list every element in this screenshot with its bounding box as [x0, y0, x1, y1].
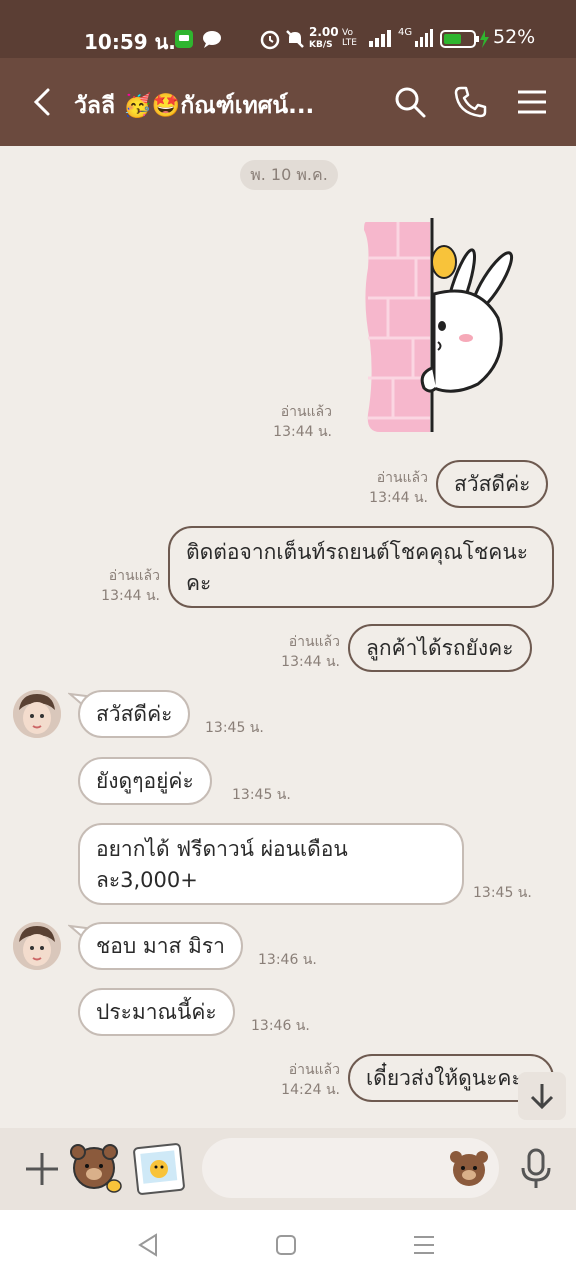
message-time: 13:44 น. — [369, 490, 428, 506]
scroll-to-bottom-button[interactable] — [518, 1072, 566, 1120]
search-icon[interactable] — [390, 82, 430, 122]
signal-icon-2 — [414, 29, 434, 51]
message-time: 14:24 น. — [281, 1082, 340, 1098]
outgoing-meta-3: อ่านแล้ว 13:44 น. — [266, 632, 340, 672]
nav-recents-icon[interactable] — [412, 1234, 436, 1260]
read-receipt: อ่านแล้ว — [288, 1062, 340, 1078]
incoming-time-1: 13:45 น. — [205, 720, 264, 736]
read-receipt: อ่านแล้ว — [108, 568, 160, 584]
network-speed-value: 2.00 — [309, 25, 339, 39]
battery-icon — [440, 29, 492, 53]
incoming-message-1[interactable]: สวัสดีค่ะ — [78, 690, 191, 738]
alarm-icon — [259, 28, 281, 54]
outgoing-meta-2: อ่านแล้ว 13:44 น. — [86, 566, 160, 606]
message-notification-icon — [201, 29, 223, 53]
menu-icon[interactable] — [512, 82, 552, 122]
phone-call-icon[interactable] — [450, 82, 490, 122]
read-receipt: อ่านแล้ว — [376, 470, 428, 486]
microphone-icon[interactable] — [518, 1146, 554, 1194]
outgoing-message-1[interactable]: สวัสดีค่ะ — [436, 460, 549, 508]
emoji-sticker-icon[interactable] — [448, 1148, 490, 1192]
sticker-button-photo[interactable] — [132, 1142, 186, 1200]
outgoing-meta-4: อ่านแล้ว 14:24 น. — [266, 1060, 340, 1100]
incoming-time-2: 13:45 น. — [232, 787, 291, 803]
network-speed: 2.00 KB/S — [309, 25, 339, 51]
signal-icon — [368, 29, 394, 51]
incoming-message-3[interactable]: อยากได้ ฟรีดาวน์ ผ่อนเดือนละ3,000+ — [78, 823, 464, 905]
message-composer — [0, 1128, 576, 1210]
plus-icon[interactable] — [22, 1149, 62, 1193]
incoming-time-3: 13:45 น. — [473, 885, 532, 901]
incoming-message-4[interactable]: ชอบ มาส มิรา — [78, 922, 243, 970]
incoming-time-5: 13:46 น. — [251, 1018, 310, 1034]
incoming-time-4: 13:46 น. — [258, 952, 317, 968]
chat-header: วัลลี 🥳🤩กัณฑ์เทศน์... — [0, 58, 576, 146]
chat-app-icon — [174, 29, 194, 53]
outgoing-message-2[interactable]: ติดต่อจากเต็นท์รถยนต์โชคคุณโชคนะคะ — [168, 526, 554, 608]
bunny-sticker[interactable] — [358, 218, 518, 438]
message-time: 13:44 น. — [101, 588, 160, 604]
network-speed-unit: KB/S — [309, 40, 333, 50]
sticker-button-brown[interactable] — [68, 1138, 124, 1200]
status-bar: 10:59 น. 2.00 KB/S Vo LTE 4G 52% — [0, 0, 576, 58]
volte-indicator: Vo LTE — [342, 28, 357, 48]
contact-avatar[interactable] — [13, 922, 61, 970]
back-button[interactable] — [24, 82, 64, 122]
incoming-message-5[interactable]: ประมาณนี้ค่ะ — [78, 988, 235, 1036]
message-time: 13:44 น. — [273, 424, 332, 440]
message-time: 13:44 น. — [281, 654, 340, 670]
system-navigation-bar — [0, 1210, 576, 1280]
outgoing-meta-1: อ่านแล้ว 13:44 น. — [354, 468, 428, 508]
contact-avatar[interactable] — [13, 690, 61, 738]
chat-messages[interactable]: พ. 10 พ.ค. อ่านแล้ว 13:44 น. อ่านแล้ว 13… — [0, 146, 576, 1128]
outgoing-message-3[interactable]: ลูกค้าได้รถยังคะ — [348, 624, 532, 672]
read-receipt: อ่านแล้ว — [280, 404, 332, 420]
date-chip: พ. 10 พ.ค. — [240, 160, 338, 190]
mute-icon — [284, 28, 306, 54]
network-type: 4G — [398, 27, 413, 38]
status-time: 10:59 น. — [84, 30, 176, 54]
nav-back-icon[interactable] — [136, 1232, 160, 1262]
chat-title[interactable]: วัลลี 🥳🤩กัณฑ์เทศน์... — [74, 88, 364, 124]
incoming-message-2[interactable]: ยังดูๆอยู่ค่ะ — [78, 757, 212, 805]
battery-percent: 52% — [493, 26, 536, 48]
nav-home-icon[interactable] — [275, 1234, 297, 1260]
sticker-meta: อ่านแล้ว 13:44 น. — [258, 402, 332, 442]
read-receipt: อ่านแล้ว — [288, 634, 340, 650]
